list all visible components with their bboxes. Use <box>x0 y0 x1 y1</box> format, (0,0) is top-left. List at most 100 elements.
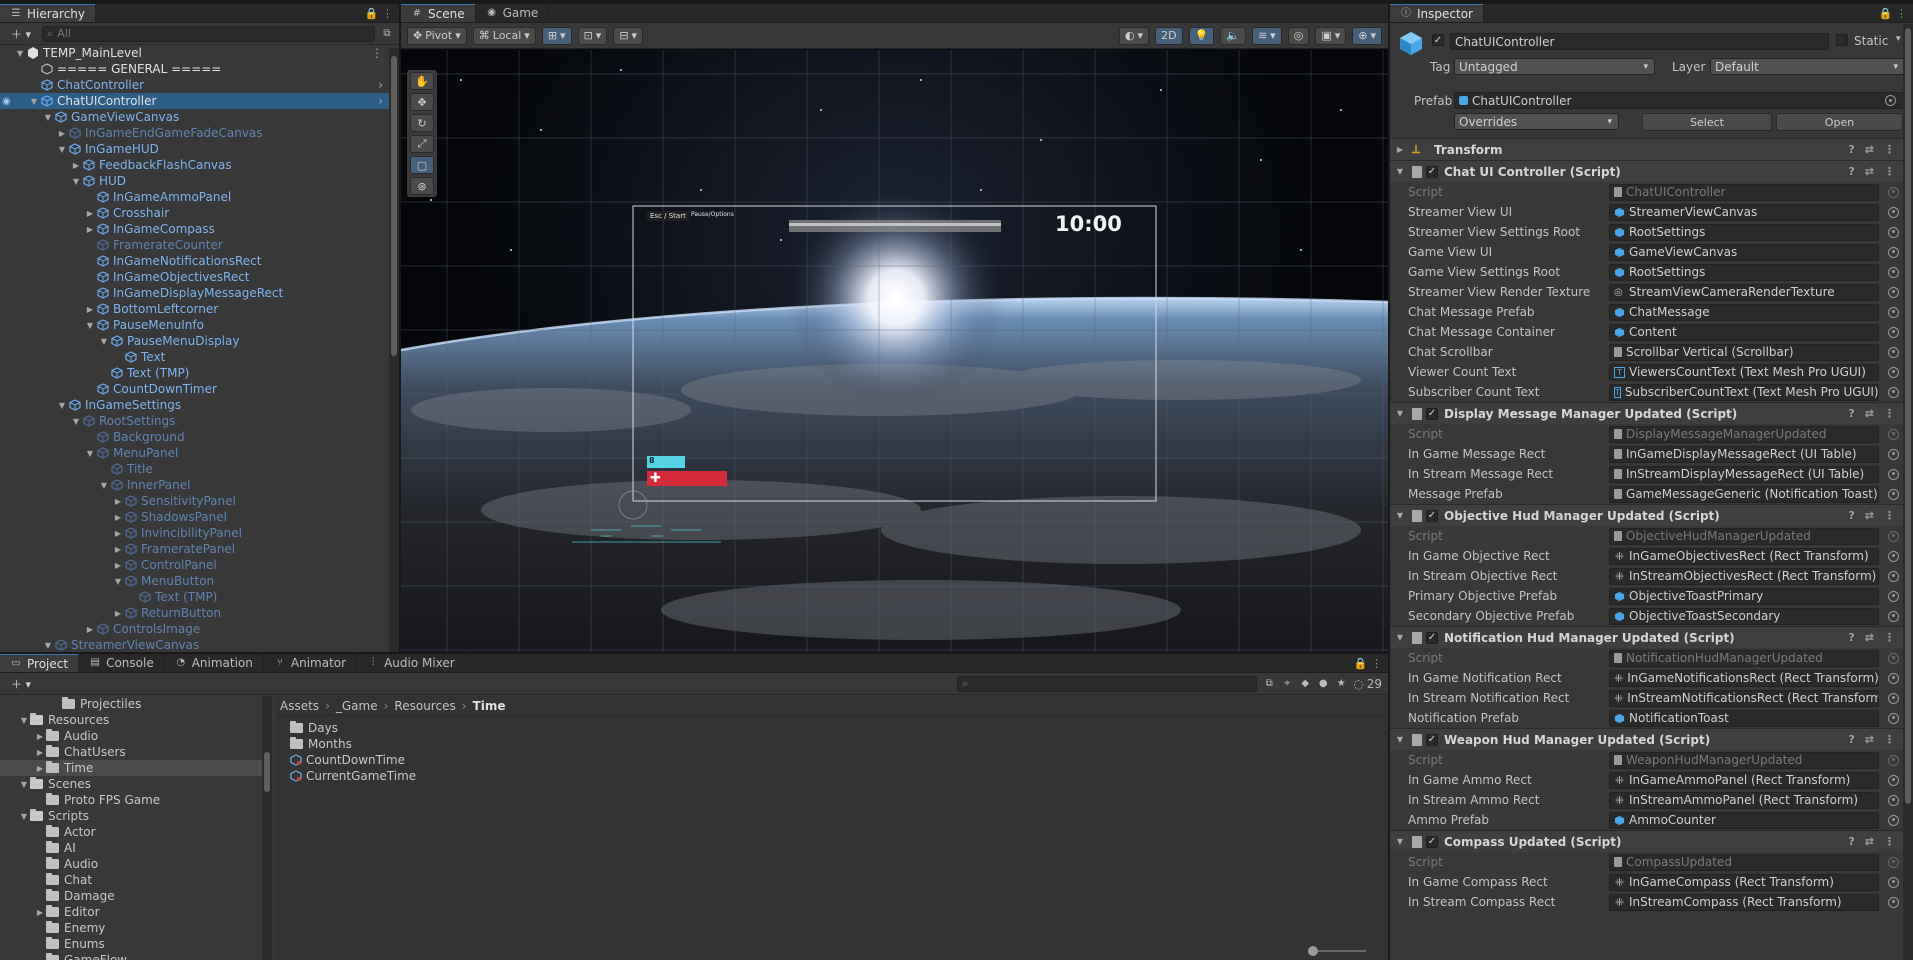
breadcrumb-item[interactable]: Assets <box>280 699 319 713</box>
tab-console[interactable]: ▤ Console <box>79 654 165 672</box>
object-reference-field[interactable]: ⁜ InStreamNotificationsRect (Rect Transfo… <box>1609 689 1879 707</box>
hand-tool-button[interactable]: ✋ <box>410 72 434 90</box>
object-reference-field[interactable]: StreamerViewCanvas <box>1609 203 1879 221</box>
gizmos-button[interactable]: ⊕ ▾ <box>1352 26 1382 45</box>
object-reference-field[interactable]: ObjectiveToastPrimary <box>1609 587 1879 605</box>
expand-arrow-open-icon[interactable]: ▼ <box>1394 409 1406 418</box>
tab-audio-mixer[interactable]: ⫶ Audio Mixer <box>357 654 466 672</box>
object-picker-icon[interactable] <box>1888 794 1899 806</box>
project-folder-item[interactable]: ▶ Audio <box>0 728 262 744</box>
hierarchy-item[interactable]: Text (TMP) <box>0 589 399 605</box>
help-icon[interactable]: ? <box>1848 835 1854 848</box>
search-by-label-icon[interactable]: ⌖ <box>1281 678 1293 690</box>
open-prefab-arrow-icon[interactable]: › <box>378 94 383 108</box>
expand-arrow-open-icon[interactable]: ▼ <box>42 641 54 650</box>
expand-arrow-open-icon[interactable]: ▼ <box>1394 837 1406 846</box>
hierarchy-item[interactable]: Title <box>0 461 399 477</box>
expand-arrow-closed-icon[interactable]: ▶ <box>56 129 68 138</box>
hierarchy-search-input[interactable]: ⌕ All <box>42 25 375 42</box>
rotate-tool-button[interactable]: ↻ <box>410 114 434 132</box>
draw-mode-button[interactable]: ◐ ▾ <box>1118 26 1150 45</box>
hierarchy-item[interactable]: ▼ StreamerViewCanvas <box>0 637 399 652</box>
hierarchy-item[interactable]: InGameNotificationsRect <box>0 253 399 269</box>
component-enabled-checkbox[interactable]: ✓ <box>1426 733 1438 746</box>
object-reference-field[interactable]: AmmoCounter <box>1609 811 1879 829</box>
project-tree-scrollbar[interactable] <box>262 696 272 960</box>
expand-arrow-open-icon[interactable]: ▼ <box>56 145 68 154</box>
breadcrumb-item[interactable]: Time <box>473 699 506 713</box>
component-menu-icon[interactable]: ⋮ <box>1884 733 1895 746</box>
hierarchy-item[interactable]: CountDownTimer <box>0 381 399 397</box>
project-file-item[interactable]: CountDownTime <box>290 752 1388 768</box>
object-picker-icon[interactable] <box>1888 448 1899 460</box>
preset-icon[interactable]: ⇄ <box>1865 631 1874 644</box>
hierarchy-item[interactable]: ▼ ChatUIController › ◉ <box>0 93 399 109</box>
hierarchy-item[interactable]: ▼ InGameSettings <box>0 397 399 413</box>
object-reference-field[interactable]: RootSettings <box>1609 263 1879 281</box>
help-icon[interactable]: ? <box>1848 733 1854 746</box>
breadcrumb-item[interactable]: Resources <box>394 699 455 713</box>
object-reference-field[interactable]: NotificationToast <box>1609 709 1879 727</box>
project-folder-item[interactable]: Proto FPS Game <box>0 792 262 808</box>
object-reference-field[interactable]: Scrollbar Vertical (Scrollbar) <box>1609 343 1879 361</box>
component-header[interactable]: ▼ ✓ Compass Updated (Script)? ⇄ ⋮ <box>1390 830 1903 852</box>
inspector-scrollbar[interactable] <box>1903 24 1913 960</box>
scene-viewport[interactable]: Esc / Start Pause/Options 10:00 8 ✚ ✋ ✥ … <box>401 50 1388 652</box>
object-picker-icon[interactable] <box>1888 246 1899 258</box>
hierarchy-item[interactable]: ▶ InGameEndGameFadeCanvas <box>0 125 399 141</box>
object-name-field[interactable]: ChatUIController <box>1450 33 1829 50</box>
expand-arrow-open-icon[interactable]: ▼ <box>42 113 54 122</box>
hierarchy-item[interactable]: ▼ PauseMenuDisplay <box>0 333 399 349</box>
warning-icon[interactable]: ● <box>1317 678 1329 690</box>
component-menu-icon[interactable]: ⋮ <box>1884 835 1895 848</box>
object-reference-field[interactable]: GameViewCanvas <box>1609 243 1879 261</box>
preset-icon[interactable]: ⇄ <box>1865 143 1874 156</box>
help-icon[interactable]: ? <box>1848 509 1854 522</box>
project-folder-item[interactable]: Enums <box>0 936 262 952</box>
project-folder-item[interactable]: Chat <box>0 872 262 888</box>
object-picker-icon[interactable] <box>1888 186 1899 198</box>
layer-dropdown[interactable]: Default ▾ <box>1710 58 1905 75</box>
help-icon[interactable]: ? <box>1848 165 1854 178</box>
object-reference-field[interactable]: ⁜ InGameCompass (Rect Transform) <box>1609 873 1879 891</box>
tag-dropdown[interactable]: Untagged ▾ <box>1454 58 1655 75</box>
hierarchy-scroll-thumb[interactable] <box>391 56 397 356</box>
object-picker-icon[interactable] <box>1888 468 1899 480</box>
expand-arrow-closed-icon[interactable]: ▶ <box>112 529 124 538</box>
hierarchy-item[interactable]: ▼ RootSettings <box>0 413 399 429</box>
visibility-toggle[interactable]: ◎ <box>1287 26 1310 45</box>
hierarchy-item[interactable]: ▶ InGameCompass <box>0 221 399 237</box>
object-reference-field[interactable]: ⁜ InGameNotificationsRect (Rect Transform… <box>1609 669 1879 687</box>
hierarchy-item[interactable]: FramerateCounter <box>0 237 399 253</box>
component-menu-icon[interactable]: ⋮ <box>1884 165 1895 178</box>
hierarchy-item[interactable]: ▶ ControlPanel <box>0 557 399 573</box>
tab-hierarchy[interactable]: ☰ Hierarchy <box>0 4 97 22</box>
active-checkbox[interactable]: ✓ <box>1432 34 1444 46</box>
hierarchy-item[interactable]: ▼ HUD <box>0 173 399 189</box>
component-header[interactable]: ▼ ✓ Display Message Manager Updated (Scrip… <box>1390 402 1903 424</box>
help-icon[interactable]: ? <box>1848 143 1854 156</box>
expand-arrow-closed-icon[interactable]: ▶ <box>84 305 96 314</box>
expand-arrow-open-icon[interactable]: ▼ <box>1394 735 1406 744</box>
expand-arrow-closed-icon[interactable]: ▶ <box>34 764 46 773</box>
create-button[interactable]: ＋ ▾ <box>6 25 36 43</box>
project-file-item[interactable]: CurrentGameTime <box>290 768 1388 784</box>
hierarchy-item[interactable]: ▶ SensitivityPanel <box>0 493 399 509</box>
static-dropdown-icon[interactable]: ▾ <box>1896 34 1901 44</box>
expand-arrow-open-icon[interactable]: ▼ <box>112 577 124 586</box>
object-picker-icon[interactable] <box>1888 590 1899 602</box>
hierarchy-item[interactable]: ▼ GameViewCanvas <box>0 109 399 125</box>
visibility-eye-icon[interactable]: ◉ <box>2 96 11 107</box>
increment-snap-button[interactable]: ⊟ ▾ <box>613 26 644 45</box>
expand-arrow-open-icon[interactable]: ▼ <box>98 337 110 346</box>
expand-arrow-closed-icon[interactable]: ▶ <box>112 561 124 570</box>
scene-menu-icon[interactable]: ⋮ <box>371 46 383 60</box>
expand-arrow-open-icon[interactable]: ▼ <box>70 177 82 186</box>
transform-tool-button[interactable]: ⊛ <box>410 177 434 195</box>
help-icon[interactable]: ? <box>1848 631 1854 644</box>
component-enabled-checkbox[interactable]: ✓ <box>1426 165 1438 178</box>
component-menu-icon[interactable]: ⋮ <box>1884 407 1895 420</box>
preset-icon[interactable]: ⇄ <box>1865 407 1874 420</box>
hierarchy-item[interactable]: InGameAmmoPanel <box>0 189 399 205</box>
project-folder-item[interactable]: Actor <box>0 824 262 840</box>
